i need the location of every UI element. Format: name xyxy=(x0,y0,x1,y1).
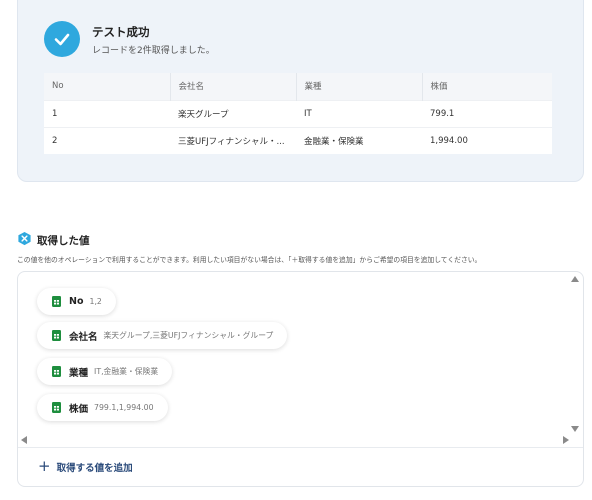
value-chip-no[interactable]: No 1,2 xyxy=(37,288,116,315)
table-header-row: No 会社名 業種 株価 xyxy=(44,73,552,100)
chip-label: 株価 xyxy=(69,403,89,415)
value-chip-industry[interactable]: 業種 IT,金融業・保険業 xyxy=(37,358,173,385)
divider xyxy=(18,447,583,448)
retrieved-values-panel: No 1,2 会社名 楽天グループ,三菱UFJフィナンシャル・グループ 業種 I… xyxy=(17,271,584,487)
plus-icon: + xyxy=(38,457,51,475)
chip-value: 799.1,1,994.00 xyxy=(94,403,154,412)
column-header-no: No xyxy=(44,73,171,100)
chip-label: No xyxy=(69,296,84,307)
column-header-company: 会社名 xyxy=(170,73,297,100)
value-chip-price[interactable]: 株価 799.1,1,994.00 xyxy=(37,394,168,421)
value-chip-company[interactable]: 会社名 楽天グループ,三菱UFJフィナンシャル・グループ xyxy=(37,322,288,349)
scroll-right-arrow[interactable] xyxy=(563,436,569,444)
cell-industry: IT xyxy=(296,99,422,127)
scroll-left-arrow[interactable] xyxy=(21,436,27,444)
chip-value: 1,2 xyxy=(89,297,102,306)
cell-price: 799.1 xyxy=(422,99,552,127)
add-value-button[interactable]: + 取得する値を追加 xyxy=(38,459,133,474)
chip-value: IT,金融業・保険業 xyxy=(94,367,159,376)
check-icon xyxy=(44,21,80,57)
add-value-label: 取得する値を追加 xyxy=(56,462,133,474)
cell-company: 楽天グループ xyxy=(170,99,296,127)
cell-industry: 金融業・保険業 xyxy=(296,126,422,154)
spreadsheet-icon xyxy=(52,398,61,417)
retrieved-values-title: 取得した値 xyxy=(37,235,90,247)
success-subtitle: レコードを2件取得しました。 xyxy=(92,46,215,56)
retrieved-values-description: この値を他のオペレーションで利用することができます。利用したい項目がない場合は、… xyxy=(17,256,482,264)
chip-label: 業種 xyxy=(69,367,89,379)
cell-no: 2 xyxy=(44,126,170,154)
cell-no: 1 xyxy=(44,99,170,127)
table-scroll-fade xyxy=(552,73,560,155)
scroll-up-arrow[interactable] xyxy=(571,276,579,282)
spreadsheet-icon xyxy=(52,326,61,345)
chip-value: 楽天グループ,三菱UFJフィナンシャル・グループ xyxy=(103,331,274,340)
spreadsheet-icon xyxy=(52,362,61,381)
column-header-price: 株価 xyxy=(422,73,552,100)
column-header-industry: 業種 xyxy=(296,73,423,100)
cell-company: 三菱UFJフィナンシャル・... xyxy=(170,126,296,154)
result-table: No 会社名 業種 株価 1 楽天グループ IT 799.1 2 三菱UFJフィ… xyxy=(44,73,552,154)
scroll-down-arrow[interactable] xyxy=(571,426,579,432)
spreadsheet-icon xyxy=(52,292,61,311)
cell-price: 1,994.00 xyxy=(422,126,552,154)
table-row: 2 三菱UFJフィナンシャル・... 金融業・保険業 1,994.00 xyxy=(44,126,552,154)
retrieved-values-header: 取得した値 xyxy=(17,231,90,250)
table-row: 1 楽天グループ IT 799.1 xyxy=(44,99,552,127)
success-title: テスト成功 xyxy=(92,25,150,39)
chip-label: 会社名 xyxy=(69,331,98,343)
test-result-card: テスト成功 レコードを2件取得しました。 No 会社名 業種 株価 1 楽天グル… xyxy=(17,0,584,182)
retrieved-values-icon xyxy=(17,231,32,250)
